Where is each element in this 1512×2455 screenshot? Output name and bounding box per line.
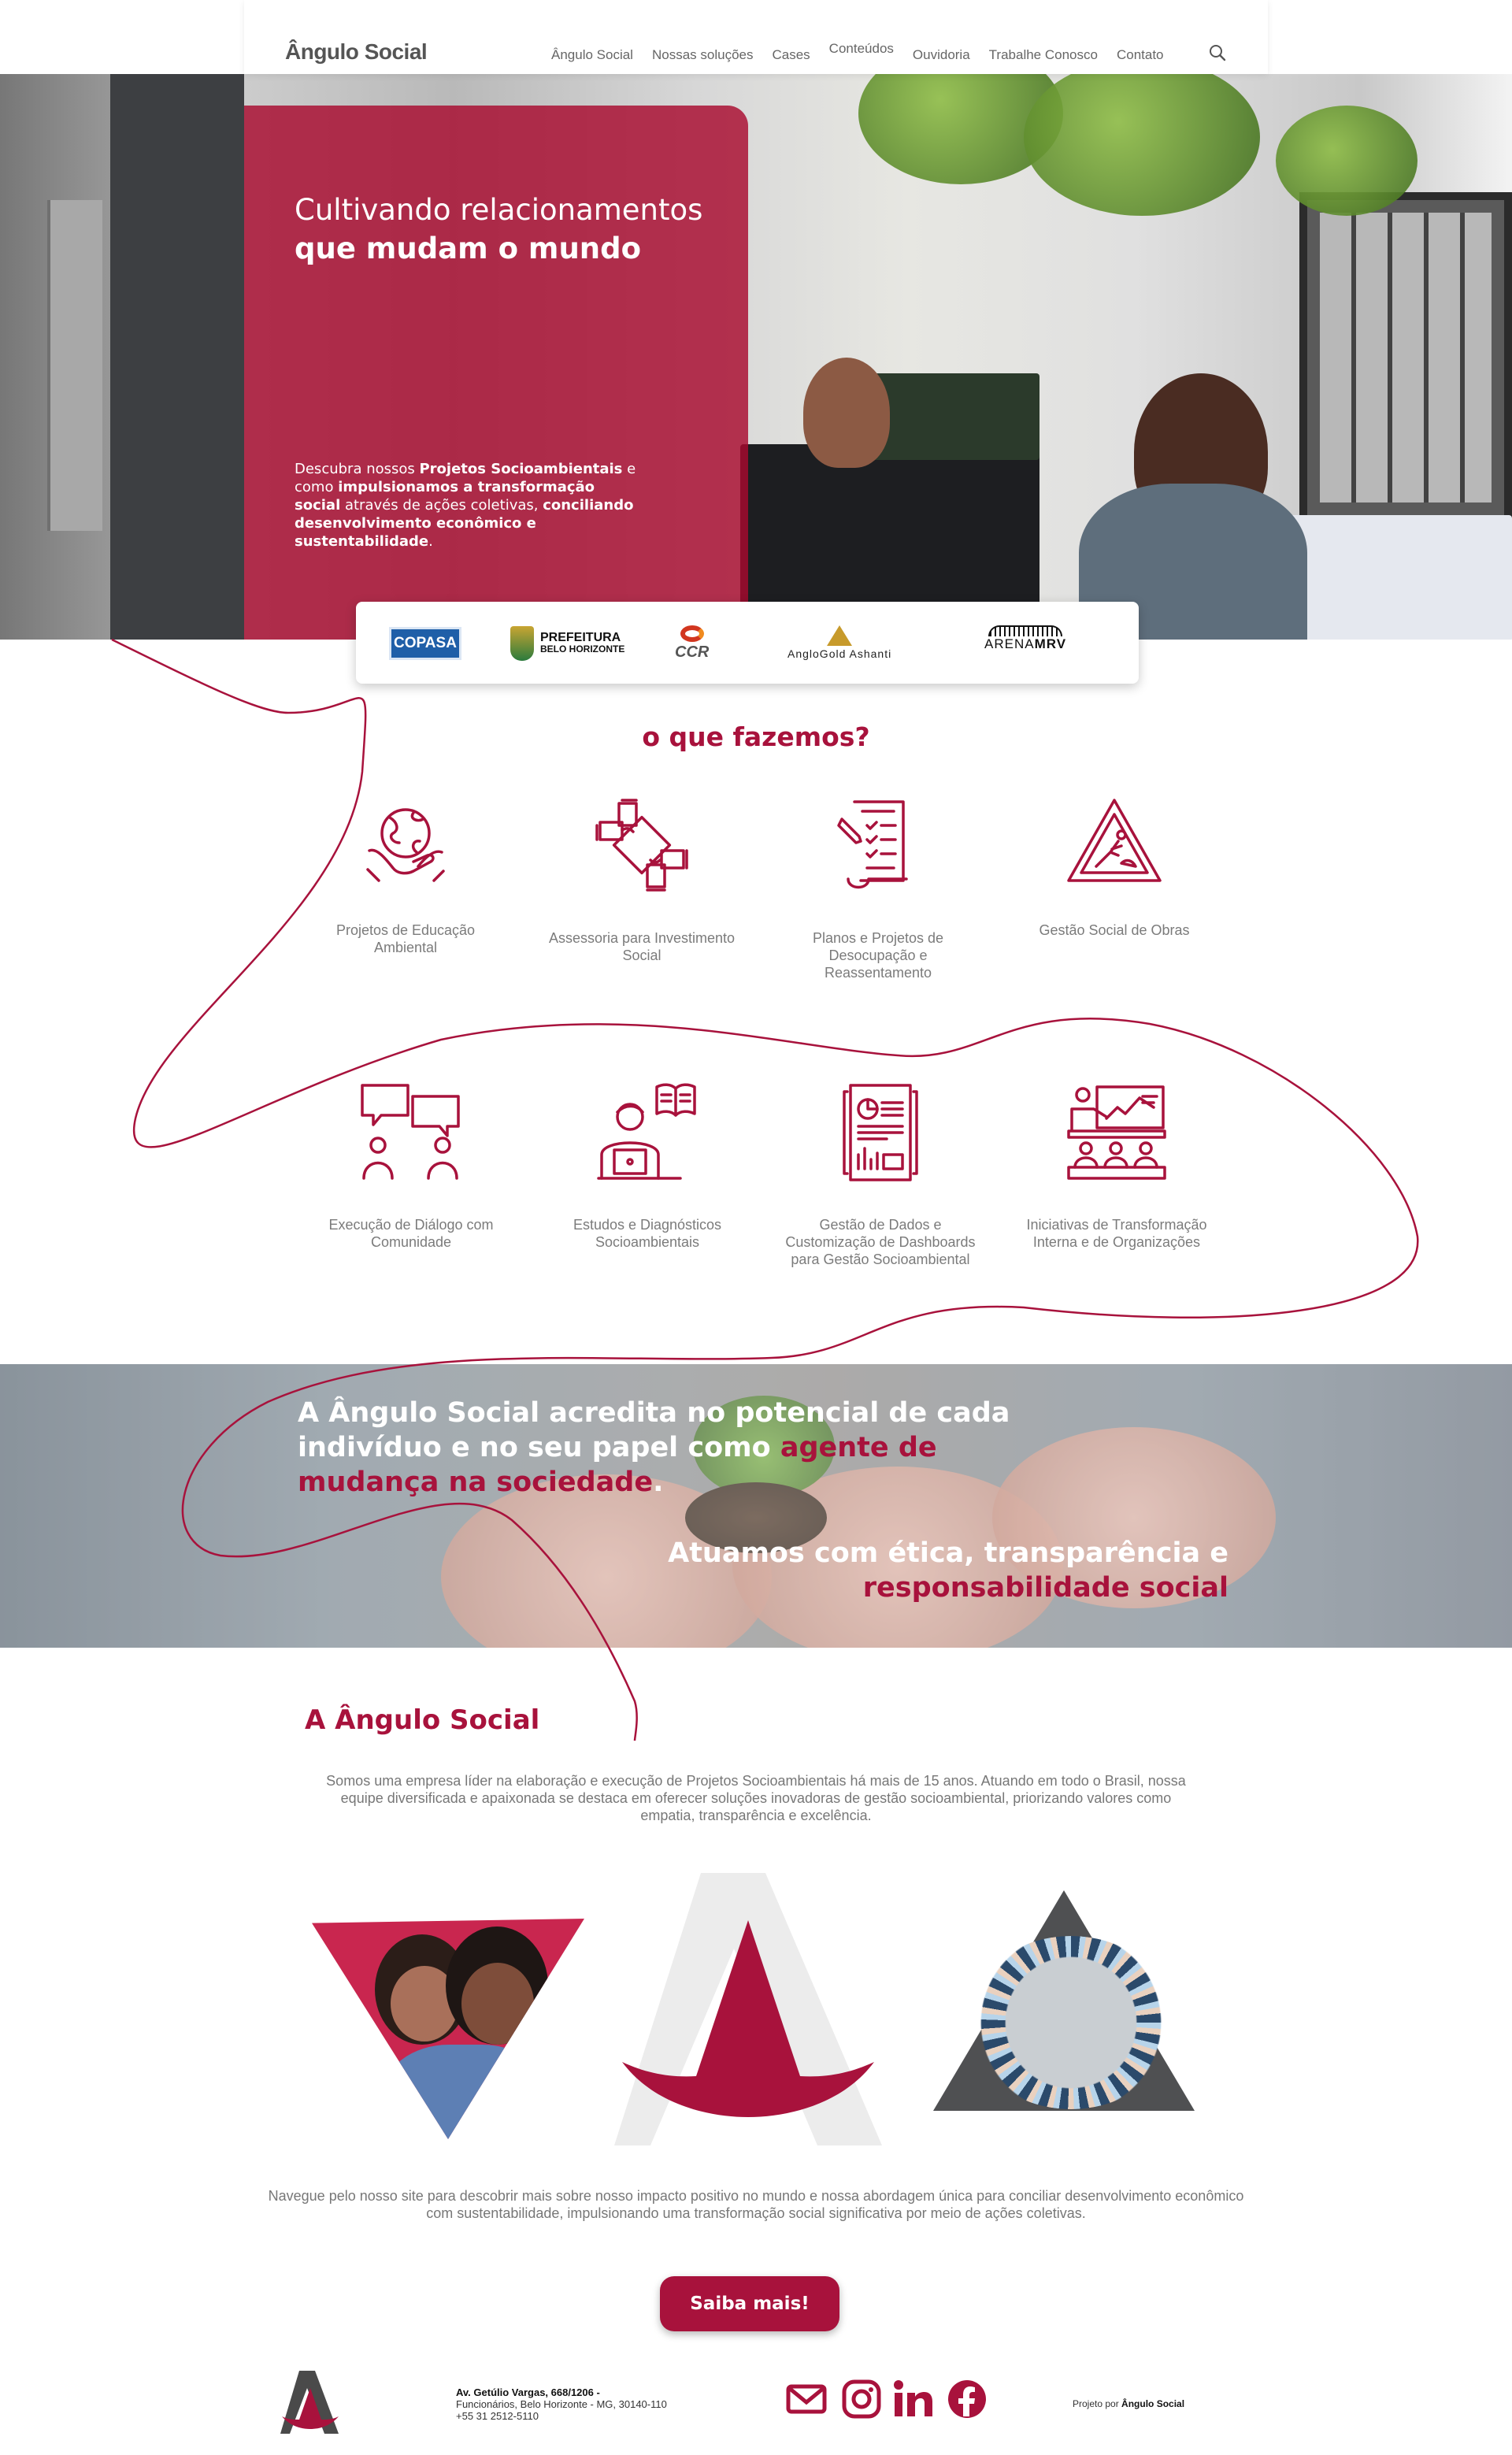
nav-angulo-social[interactable]: Ângulo Social (551, 47, 633, 63)
service-card[interactable]: Estudos e Diagnósticos Socioambientais (545, 1081, 750, 1251)
service-card[interactable]: Assessoria para Investimento Social (539, 794, 744, 964)
anglogold-mark-icon (827, 625, 853, 646)
service-card[interactable]: Execução de Diálogo com Comunidade (309, 1081, 513, 1251)
pbh-shield-icon (510, 626, 534, 661)
dialogue-icon (361, 1084, 460, 1180)
service-card[interactable]: Projetos de Educação Ambiental (303, 794, 508, 956)
ethics-statement: Atuamos com ética, transparência e respo… (668, 1537, 1228, 1604)
footer-address: Av. Getúlio Vargas, 668/1206 - Funcionár… (456, 2386, 667, 2422)
presentation-icon (1067, 1085, 1166, 1180)
arena-mrv-logo: ARENAMRV (984, 625, 1066, 662)
service-card[interactable]: Iniciativas de Transformação Interna e d… (1014, 1081, 1219, 1251)
hero-photo-door (47, 200, 102, 531)
email-icon[interactable] (786, 2379, 827, 2420)
service-card[interactable]: Planos e Projetos de Desocupação e Reass… (776, 794, 980, 981)
site-logo[interactable]: Ângulo Social (285, 39, 428, 65)
hero-photo-wall (110, 74, 244, 640)
hero-photo-person (803, 358, 890, 468)
instagram-icon[interactable] (841, 2379, 882, 2420)
hero-title: Cultivando relacionamentos que mudam o m… (295, 193, 703, 265)
anglogold-logo: AngloGold Ashanti (788, 625, 891, 662)
hero-photo-plant (1276, 106, 1418, 216)
nav-trabalhe-conosco[interactable]: Trabalhe Conosco (989, 47, 1098, 63)
hero-description: Descubra nossos Projetos Socioambientais… (295, 461, 636, 550)
client-logos-bar: COPASA PREFEITURA BELO HORIZONTE CCR Angl… (356, 602, 1139, 684)
hero-photo-monitor (866, 373, 1040, 460)
service-label: Iniciativas de Transformação Interna e d… (1026, 1217, 1207, 1250)
service-label: Gestão Social de Obras (1039, 922, 1190, 938)
hero-photo-plant (1024, 74, 1260, 216)
about-description: Somos uma empresa líder na elaboração e … (326, 1773, 1186, 1823)
service-label: Gestão de Dados e Customização de Dashbo… (785, 1217, 976, 1267)
nav-cases[interactable]: Cases (772, 47, 810, 63)
service-label: Assessoria para Investimento Social (548, 930, 736, 963)
main-nav: Ângulo Social Nossas soluções Cases Cont… (551, 41, 1183, 63)
search-icon[interactable] (1209, 44, 1226, 61)
globe-hands-icon (366, 808, 445, 882)
ccr-mark-icon (680, 625, 704, 642)
nav-nossas-solucoes[interactable]: Nossas soluções (652, 47, 754, 63)
service-label: Estudos e Diagnósticos Socioambientais (573, 1217, 722, 1250)
services-title: o que fazemos? (642, 721, 870, 752)
handshake-icon (595, 799, 688, 892)
hero-photo-frame (1299, 192, 1512, 523)
service-card[interactable]: Gestão de Dados e Customização de Dashbo… (778, 1081, 983, 1268)
arena-stadium-icon (988, 625, 1063, 636)
service-label: Planos e Projetos de Desocupação e Reass… (812, 930, 944, 981)
footer-credit: Projeto por Ângulo Social (1073, 2398, 1185, 2409)
site-header: Ângulo Social Ângulo Social Nossas soluç… (244, 0, 1268, 74)
hero-photo-monitor (1276, 515, 1512, 640)
construction-sign-icon (1067, 799, 1162, 882)
facebook-icon[interactable] (947, 2379, 988, 2420)
nav-ouvidoria[interactable]: Ouvidoria (913, 47, 970, 63)
service-label: Projetos de Educação Ambiental (335, 922, 476, 955)
linkedin-icon[interactable] (891, 2379, 932, 2420)
team-photo-triangle (312, 1919, 584, 2139)
nav-conteudos[interactable]: Conteúdos (829, 41, 894, 57)
belief-statement: A Ângulo Social acredita no potencial de… (298, 1397, 1010, 1498)
hero-banner: Cultivando relacionamentos que mudam o m… (0, 74, 1512, 640)
service-card[interactable]: Gestão Social de Obras (1012, 794, 1217, 939)
hero-overlay (244, 106, 748, 640)
footer-logo-icon[interactable] (280, 2371, 339, 2434)
team-circle-photo (967, 1936, 1175, 2109)
copasa-logo: COPASA (389, 627, 461, 660)
nav-contato[interactable]: Contato (1117, 47, 1164, 63)
saiba-mais-button[interactable]: Saiba mais! (660, 2276, 839, 2331)
about-title: A Ângulo Social (305, 1704, 540, 1736)
checklist-icon (837, 800, 908, 889)
dashboard-icon (843, 1084, 918, 1181)
angulo-a-logo-icon (614, 1873, 882, 2145)
ccr-logo: CCR (675, 625, 709, 662)
study-icon (597, 1083, 696, 1180)
navigate-description: Navegue pelo nosso site para descobrir m… (268, 2188, 1244, 2221)
service-label: Execução de Diálogo com Comunidade (328, 1217, 494, 1250)
pbh-logo: PREFEITURA BELO HORIZONTE (510, 625, 624, 662)
